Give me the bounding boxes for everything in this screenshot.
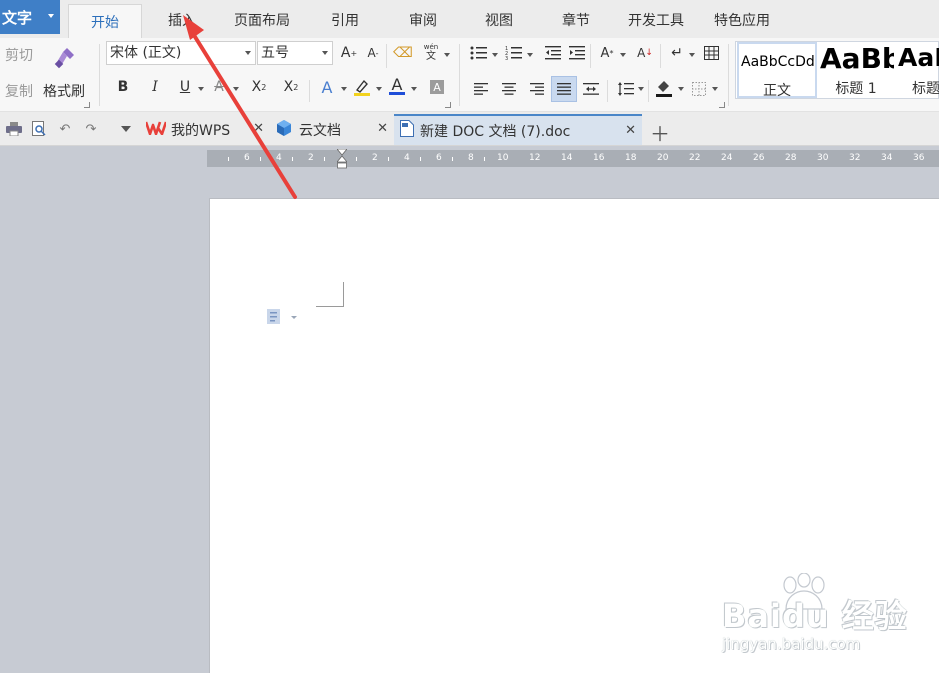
annotation-arrow xyxy=(183,15,297,199)
